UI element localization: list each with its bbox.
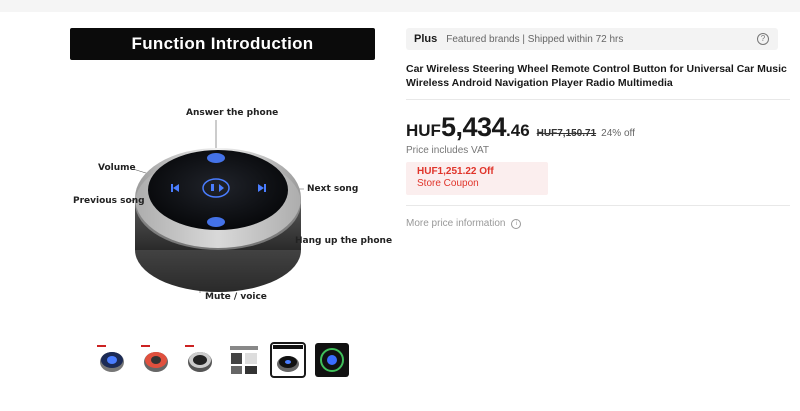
discount-percent: 24% off [601, 128, 635, 139]
coupon-amount: HUF1,251.22 Off [417, 166, 494, 177]
main-product-image[interactable]: Function Introduction Answer the phone V… [70, 28, 392, 328]
more-price-information[interactable]: More price information i [406, 218, 522, 229]
callout-previous: Previous song [73, 196, 145, 206]
thumbnail-4[interactable] [226, 342, 262, 378]
divider [406, 205, 790, 206]
thumbnail-3-image [185, 345, 212, 372]
callout-answer: Answer the phone [186, 108, 279, 118]
original-price: HUF7,150.71 [536, 128, 597, 139]
callout-next: Next song [307, 184, 359, 194]
plus-description: Featured brands | Shipped within 72 hrs [446, 33, 624, 45]
thumbnail-6[interactable] [314, 342, 350, 378]
plus-label: Plus [414, 33, 438, 45]
thumbnail-3[interactable] [182, 342, 218, 378]
plus-banner[interactable]: Plus Featured brands | Shipped within 72… [406, 28, 778, 50]
price-currency: HUF [406, 121, 441, 140]
product-title: Car Wireless Steering Wheel Remote Contr… [406, 63, 787, 89]
device-illustration [130, 120, 304, 293]
coupon-label: Store Coupon [417, 178, 479, 189]
thumbnail-5[interactable] [270, 342, 306, 378]
store-coupon[interactable]: HUF1,251.22 Off Store Coupon [406, 162, 548, 195]
thumbnail-5-image [273, 345, 303, 372]
top-strip [0, 0, 800, 12]
more-info-label: More price information [406, 218, 506, 229]
help-icon[interactable]: ? [757, 33, 769, 45]
price-decimal: .46 [506, 121, 530, 140]
thumbnail-2-image [141, 345, 168, 372]
price-row: HUF 5,434 .46 HUF7,150.71 24% off [406, 112, 635, 144]
callout-volume: Volume [98, 163, 136, 173]
thumbnail-6-image [315, 343, 349, 377]
banner-title: Function Introduction [70, 28, 375, 60]
callout-hangup: Hang up the phone [295, 236, 393, 246]
thumbnail-2[interactable] [138, 342, 174, 378]
callout-mute: Mute / voice [205, 292, 267, 302]
thumbnail-1-image [97, 345, 124, 372]
thumbnail-1[interactable] [94, 342, 130, 378]
vat-note: Price includes VAT [406, 145, 489, 156]
thumbnail-4-image [230, 346, 258, 374]
divider [406, 99, 790, 100]
info-icon: i [511, 218, 522, 229]
price-integer: 5,434 [440, 112, 507, 142]
